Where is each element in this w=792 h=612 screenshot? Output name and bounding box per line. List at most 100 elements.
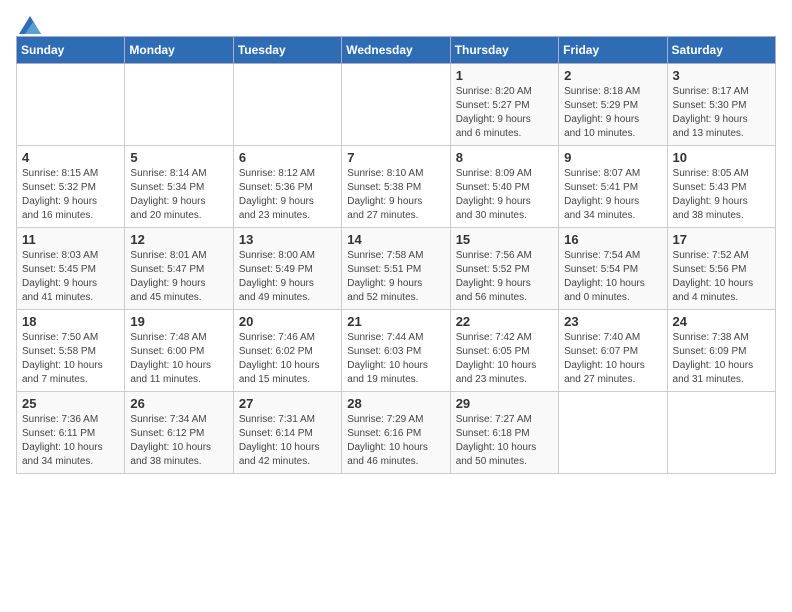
week-row-5: 25 Sunrise: 7:36 AM Sunset: 6:11 PM Dayli… (17, 392, 776, 474)
cell-week4-day4: 22 Sunrise: 7:42 AM Sunset: 6:05 PM Dayli… (450, 310, 558, 392)
day-info: Sunrise: 7:54 AM Sunset: 5:54 PM Dayligh… (564, 249, 661, 305)
day-info: Sunrise: 7:46 AM Sunset: 6:02 PM Dayligh… (239, 331, 336, 387)
day-number: 19 (130, 314, 227, 329)
cell-week3-day5: 16 Sunrise: 7:54 AM Sunset: 5:54 PM Dayli… (559, 228, 667, 310)
day-info: Sunrise: 7:27 AM Sunset: 6:18 PM Dayligh… (456, 413, 553, 469)
day-info: Sunrise: 7:29 AM Sunset: 6:16 PM Dayligh… (347, 413, 444, 469)
day-info: Sunrise: 8:00 AM Sunset: 5:49 PM Dayligh… (239, 249, 336, 305)
day-number: 26 (130, 396, 227, 411)
day-number: 7 (347, 150, 444, 165)
day-number: 15 (456, 232, 553, 247)
day-number: 16 (564, 232, 661, 247)
cell-week4-day5: 23 Sunrise: 7:40 AM Sunset: 6:07 PM Dayli… (559, 310, 667, 392)
cell-week2-day4: 8 Sunrise: 8:09 AM Sunset: 5:40 PM Daylig… (450, 146, 558, 228)
cell-week5-day3: 28 Sunrise: 7:29 AM Sunset: 6:16 PM Dayli… (342, 392, 450, 474)
col-sunday: Sunday (17, 37, 125, 64)
day-number: 18 (22, 314, 119, 329)
col-tuesday: Tuesday (233, 37, 341, 64)
day-number: 20 (239, 314, 336, 329)
day-number: 8 (456, 150, 553, 165)
cell-week2-day2: 6 Sunrise: 8:12 AM Sunset: 5:36 PM Daylig… (233, 146, 341, 228)
cell-week5-day1: 26 Sunrise: 7:34 AM Sunset: 6:12 PM Dayli… (125, 392, 233, 474)
day-info: Sunrise: 8:07 AM Sunset: 5:41 PM Dayligh… (564, 167, 661, 223)
page-header (16, 16, 776, 30)
day-info: Sunrise: 7:44 AM Sunset: 6:03 PM Dayligh… (347, 331, 444, 387)
calendar-header: Sunday Monday Tuesday Wednesday Thursday… (17, 37, 776, 64)
cell-week1-day1 (125, 64, 233, 146)
cell-week5-day6 (667, 392, 775, 474)
cell-week2-day0: 4 Sunrise: 8:15 AM Sunset: 5:32 PM Daylig… (17, 146, 125, 228)
cell-week3-day0: 11Sunrise: 8:03 AM Sunset: 5:45 PM Dayli… (17, 228, 125, 310)
day-number: 29 (456, 396, 553, 411)
cell-week3-day6: 17Sunrise: 7:52 AM Sunset: 5:56 PM Dayli… (667, 228, 775, 310)
day-number: 2 (564, 68, 661, 83)
day-number: 5 (130, 150, 227, 165)
day-info: Sunrise: 7:31 AM Sunset: 6:14 PM Dayligh… (239, 413, 336, 469)
day-number: 25 (22, 396, 119, 411)
cell-week4-day1: 19 Sunrise: 7:48 AM Sunset: 6:00 PM Dayli… (125, 310, 233, 392)
col-saturday: Saturday (667, 37, 775, 64)
day-number: 22 (456, 314, 553, 329)
day-number: 3 (673, 68, 770, 83)
week-row-1: 1 Sunrise: 8:20 AM Sunset: 5:27 PM Daylig… (17, 64, 776, 146)
cell-week2-day3: 7 Sunrise: 8:10 AM Sunset: 5:38 PM Daylig… (342, 146, 450, 228)
day-number: 12 (130, 232, 227, 247)
day-info: Sunrise: 7:40 AM Sunset: 6:07 PM Dayligh… (564, 331, 661, 387)
cell-week3-day2: 13 Sunrise: 8:00 AM Sunset: 5:49 PM Dayli… (233, 228, 341, 310)
header-row: Sunday Monday Tuesday Wednesday Thursday… (17, 37, 776, 64)
day-info: Sunrise: 7:38 AM Sunset: 6:09 PM Dayligh… (673, 331, 770, 387)
day-info: Sunrise: 8:12 AM Sunset: 5:36 PM Dayligh… (239, 167, 336, 223)
day-number: 21 (347, 314, 444, 329)
cell-week5-day2: 27 Sunrise: 7:31 AM Sunset: 6:14 PM Dayli… (233, 392, 341, 474)
cell-week1-day6: 3 Sunrise: 8:17 AM Sunset: 5:30 PM Daylig… (667, 64, 775, 146)
week-row-2: 4 Sunrise: 8:15 AM Sunset: 5:32 PM Daylig… (17, 146, 776, 228)
col-thursday: Thursday (450, 37, 558, 64)
day-number: 23 (564, 314, 661, 329)
cell-week4-day6: 24 Sunrise: 7:38 AM Sunset: 6:09 PM Dayli… (667, 310, 775, 392)
day-info: Sunrise: 7:50 AM Sunset: 5:58 PM Dayligh… (22, 331, 119, 387)
day-info: Sunrise: 7:56 AM Sunset: 5:52 PM Dayligh… (456, 249, 553, 305)
day-number: 10 (673, 150, 770, 165)
day-number: 14 (347, 232, 444, 247)
calendar-body: 1 Sunrise: 8:20 AM Sunset: 5:27 PM Daylig… (17, 64, 776, 474)
day-number: 27 (239, 396, 336, 411)
day-number: 28 (347, 396, 444, 411)
day-info: Sunrise: 8:15 AM Sunset: 5:32 PM Dayligh… (22, 167, 119, 223)
day-info: Sunrise: 8:14 AM Sunset: 5:34 PM Dayligh… (130, 167, 227, 223)
day-number: 17 (673, 232, 770, 247)
day-number: 24 (673, 314, 770, 329)
day-number: 1 (456, 68, 553, 83)
col-wednesday: Wednesday (342, 37, 450, 64)
day-info: Sunrise: 7:48 AM Sunset: 6:00 PM Dayligh… (130, 331, 227, 387)
day-number: 9 (564, 150, 661, 165)
day-info: Sunrise: 8:18 AM Sunset: 5:29 PM Dayligh… (564, 85, 661, 141)
week-row-3: 11Sunrise: 8:03 AM Sunset: 5:45 PM Dayli… (17, 228, 776, 310)
day-number: 13 (239, 232, 336, 247)
day-info: Sunrise: 8:20 AM Sunset: 5:27 PM Dayligh… (456, 85, 553, 141)
day-info: Sunrise: 7:42 AM Sunset: 6:05 PM Dayligh… (456, 331, 553, 387)
cell-week1-day2 (233, 64, 341, 146)
cell-week1-day0 (17, 64, 125, 146)
day-info: Sunrise: 8:05 AM Sunset: 5:43 PM Dayligh… (673, 167, 770, 223)
cell-week3-day4: 15 Sunrise: 7:56 AM Sunset: 5:52 PM Dayli… (450, 228, 558, 310)
day-number: 11 (22, 232, 119, 247)
logo-icon (19, 16, 41, 34)
day-number: 6 (239, 150, 336, 165)
cell-week5-day5 (559, 392, 667, 474)
day-info: Sunrise: 7:58 AM Sunset: 5:51 PM Dayligh… (347, 249, 444, 305)
day-info: Sunrise: 8:10 AM Sunset: 5:38 PM Dayligh… (347, 167, 444, 223)
cell-week5-day4: 29 Sunrise: 7:27 AM Sunset: 6:18 PM Dayli… (450, 392, 558, 474)
cell-week2-day6: 10 Sunrise: 8:05 AM Sunset: 5:43 PM Dayli… (667, 146, 775, 228)
week-row-4: 18 Sunrise: 7:50 AM Sunset: 5:58 PM Dayli… (17, 310, 776, 392)
cell-week3-day1: 12 Sunrise: 8:01 AM Sunset: 5:47 PM Dayli… (125, 228, 233, 310)
day-info: Sunrise: 8:09 AM Sunset: 5:40 PM Dayligh… (456, 167, 553, 223)
day-info: Sunrise: 7:34 AM Sunset: 6:12 PM Dayligh… (130, 413, 227, 469)
logo (16, 16, 41, 30)
day-info: Sunrise: 8:17 AM Sunset: 5:30 PM Dayligh… (673, 85, 770, 141)
day-info: Sunrise: 8:01 AM Sunset: 5:47 PM Dayligh… (130, 249, 227, 305)
col-monday: Monday (125, 37, 233, 64)
day-number: 4 (22, 150, 119, 165)
cell-week5-day0: 25 Sunrise: 7:36 AM Sunset: 6:11 PM Dayli… (17, 392, 125, 474)
cell-week1-day3 (342, 64, 450, 146)
day-info: Sunrise: 7:36 AM Sunset: 6:11 PM Dayligh… (22, 413, 119, 469)
